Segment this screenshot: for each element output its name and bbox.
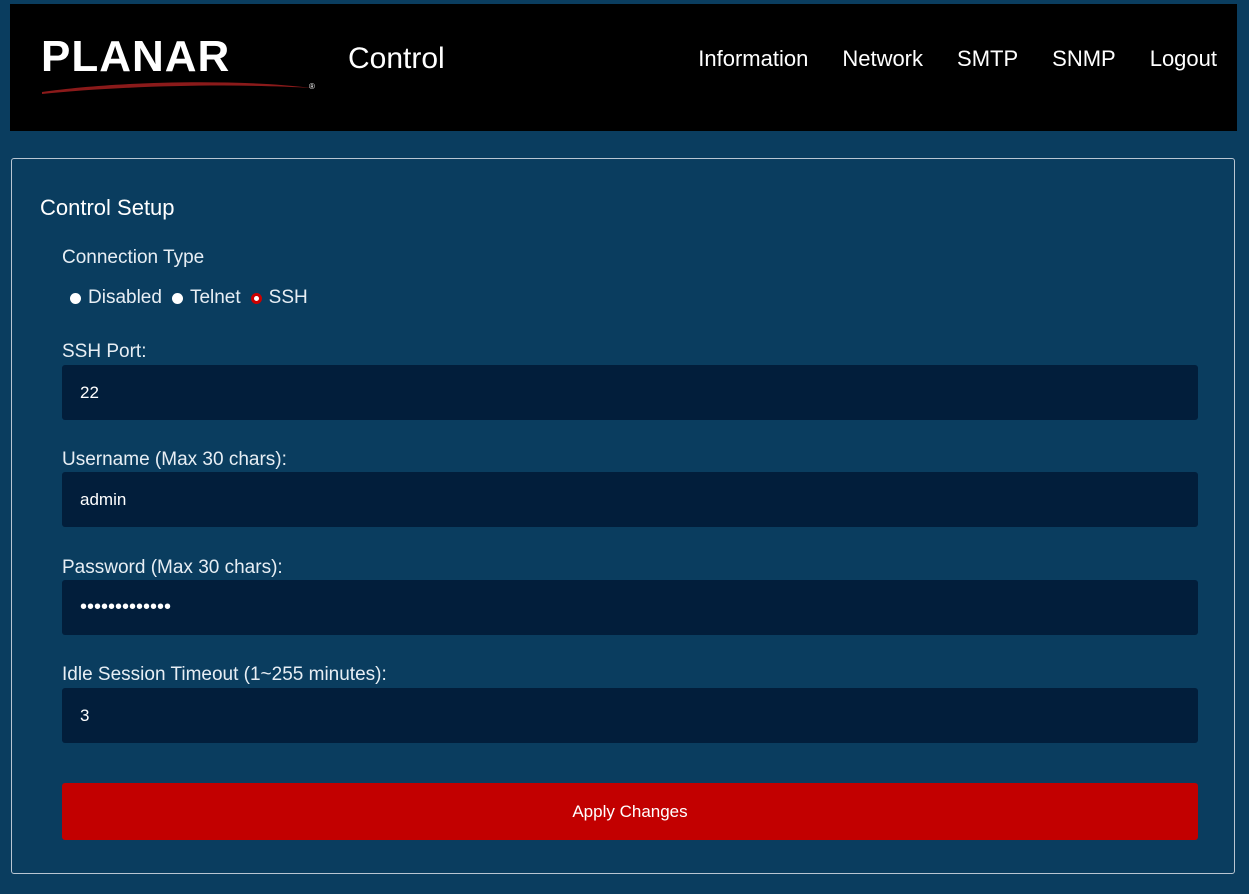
control-setup-panel: Control Setup Connection Type Disabled T… (11, 158, 1235, 874)
password-label: Password (Max 30 chars): (62, 557, 283, 578)
panel-title: Control Setup (40, 195, 175, 220)
radio-ssh-label[interactable]: SSH (269, 287, 308, 309)
radio-ssh[interactable] (250, 292, 262, 304)
username-input[interactable]: admin (62, 472, 1198, 527)
ssh-port-input[interactable]: 22 (62, 365, 1198, 420)
connection-type-label: Connection Type (62, 247, 205, 268)
logo-registered-mark: ® (309, 82, 315, 91)
main-nav: Information Network SMTP SNMP Logout (698, 46, 1217, 72)
planar-logo[interactable]: PLANAR ® (40, 32, 330, 104)
top-header: PLANAR ® Control Information Network SMT… (10, 4, 1237, 131)
radio-telnet-label[interactable]: Telnet (190, 287, 241, 309)
radio-disabled[interactable] (70, 292, 81, 304)
ssh-port-label: SSH Port: (62, 341, 147, 362)
nav-network[interactable]: Network (842, 46, 923, 72)
radio-disabled-label[interactable]: Disabled (88, 287, 162, 309)
username-label: Username (Max 30 chars): (62, 449, 287, 470)
radio-telnet[interactable] (171, 292, 183, 304)
nav-logout[interactable]: Logout (1150, 46, 1217, 72)
logo-text: PLANAR (41, 32, 231, 81)
apply-changes-button[interactable]: Apply Changes (62, 783, 1198, 840)
idle-timeout-label: Idle Session Timeout (1~255 minutes): (62, 664, 387, 685)
nav-smtp[interactable]: SMTP (957, 46, 1018, 72)
nav-snmp[interactable]: SNMP (1052, 46, 1116, 72)
idle-timeout-input[interactable]: 3 (62, 688, 1198, 743)
app-title: Control (348, 42, 445, 75)
connection-type-radio-group: Disabled Telnet SSH (70, 287, 318, 309)
logo-swoosh-icon (42, 82, 312, 94)
nav-information[interactable]: Information (698, 46, 808, 72)
password-input[interactable]: ••••••••••••• (62, 580, 1198, 635)
